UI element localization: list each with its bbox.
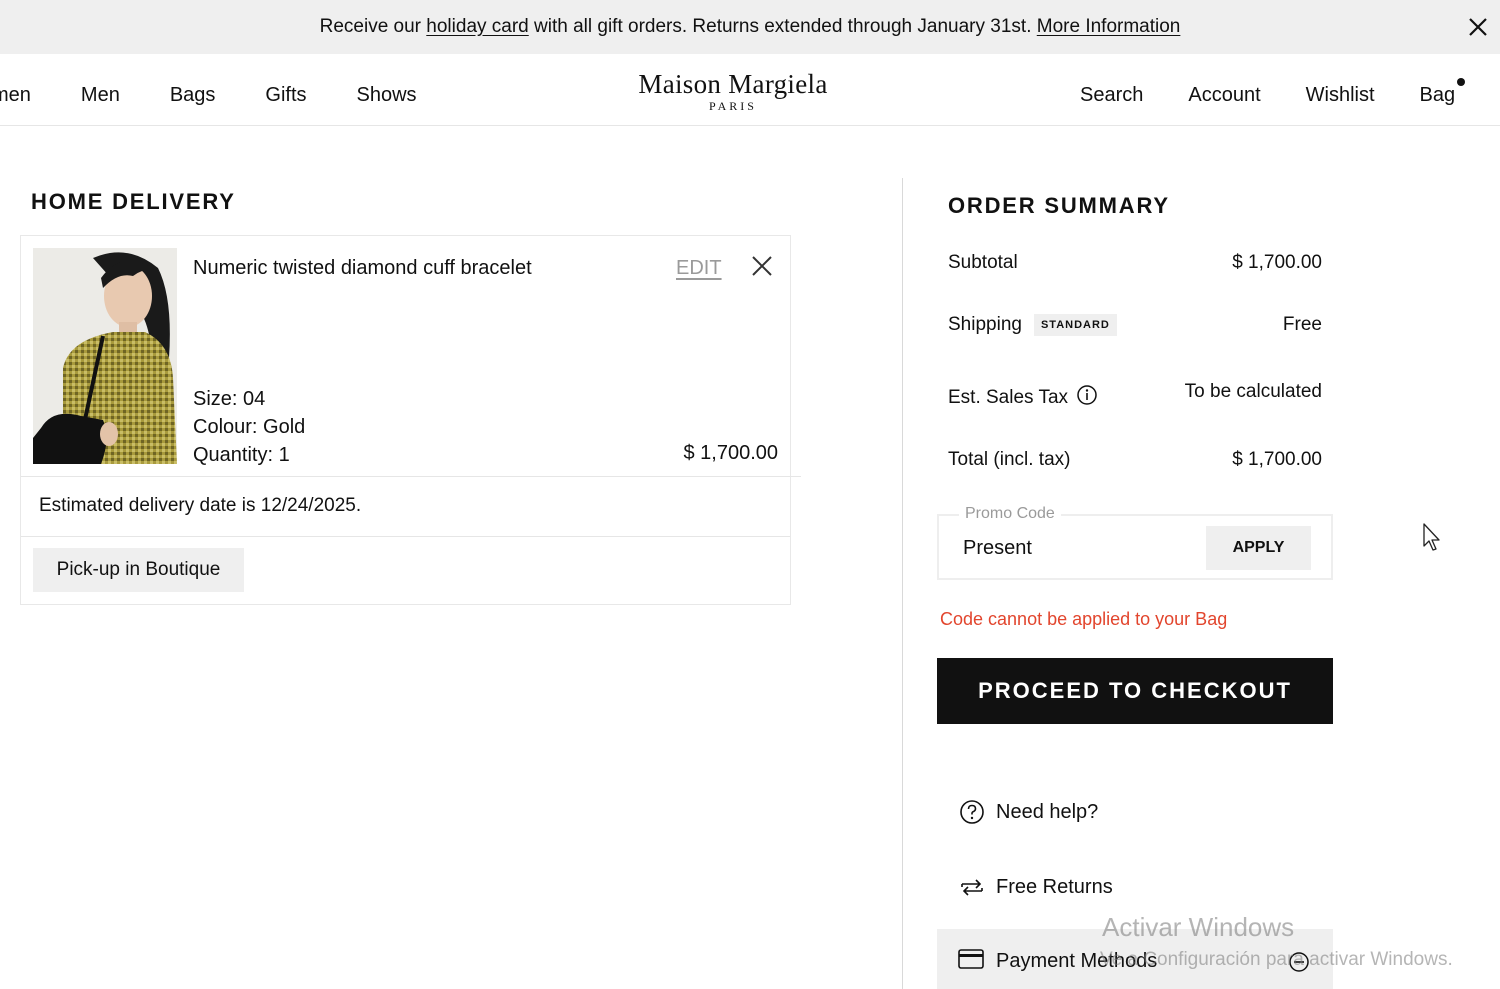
activation-watermark-subtitle: Ve a Configuración para activar Windows. xyxy=(1100,949,1453,970)
banner-close-button[interactable] xyxy=(1462,11,1494,43)
sales-tax-row: Est. Sales Tax To be calculated xyxy=(948,381,1322,412)
subtotal-value: $ 1,700.00 xyxy=(1232,252,1322,273)
nav-shows[interactable]: Shows xyxy=(357,84,417,107)
item-colour: Colour: Gold xyxy=(193,416,306,438)
site-header: men Men Bags Gifts Shows Maison Margiela… xyxy=(0,54,1500,126)
banner-text: Receive our holiday card with all gift o… xyxy=(319,16,1181,37)
need-help-link[interactable]: Need help? xyxy=(958,798,1098,826)
order-summary-title: ORDER SUMMARY xyxy=(948,193,1170,218)
nav-search[interactable]: Search xyxy=(1080,84,1143,107)
promo-banner: Receive our holiday card with all gift o… xyxy=(0,0,1500,54)
sales-tax-label: Est. Sales Tax xyxy=(948,387,1069,408)
divider xyxy=(21,476,801,477)
shipping-row: Shipping STANDARD Free xyxy=(948,314,1322,336)
total-label: Total (incl. tax) xyxy=(948,449,1071,470)
shipping-method-badge: STANDARD xyxy=(1033,314,1117,336)
subtotal-label: Subtotal xyxy=(948,252,1018,273)
holiday-card-link[interactable]: holiday card xyxy=(426,16,528,37)
promo-error-message: Code cannot be applied to your Bag xyxy=(940,609,1228,629)
column-divider xyxy=(902,178,903,989)
proceed-to-checkout-button[interactable]: PROCEED TO CHECKOUT xyxy=(937,658,1333,724)
nav-gifts[interactable]: Gifts xyxy=(265,84,306,107)
product-image[interactable] xyxy=(33,248,177,464)
divider xyxy=(21,536,790,537)
item-attributes: Size: 04 Colour: Gold Quantity: 1 xyxy=(193,385,305,469)
home-delivery-title: HOME DELIVERY xyxy=(31,189,236,214)
bag-item-card: Numeric twisted diamond cuff bracelet ED… xyxy=(20,235,801,605)
activation-watermark-title: Activar Windows xyxy=(1102,912,1295,942)
item-price: $ 1,700.00 xyxy=(683,442,778,464)
nav-wishlist[interactable]: Wishlist xyxy=(1306,84,1375,107)
main-nav: men Men Bags Gifts Shows xyxy=(0,84,467,107)
free-returns-link[interactable]: Free Returns xyxy=(958,873,1113,901)
question-circle-icon xyxy=(958,798,986,826)
free-returns-label: Free Returns xyxy=(996,875,1113,898)
brand-logo[interactable]: Maison Margiela PARIS xyxy=(628,69,838,113)
nav-men[interactable]: Men xyxy=(81,84,120,107)
logo-city: PARIS xyxy=(709,99,757,113)
item-size: Size: 04 xyxy=(193,388,266,410)
total-value: $ 1,700.00 xyxy=(1232,449,1322,470)
promo-code-field: Promo Code APPLY xyxy=(937,505,1333,580)
edit-item-link[interactable]: EDIT xyxy=(676,257,722,280)
total-row: Total (incl. tax) $ 1,700.00 xyxy=(948,449,1322,471)
credit-card-icon xyxy=(958,949,984,974)
close-icon xyxy=(1469,18,1487,36)
bag-indicator-dot xyxy=(1457,78,1466,86)
logo-brand: Maison Margiela xyxy=(638,69,828,99)
mouse-cursor-icon xyxy=(1422,522,1442,557)
shipping-value: Free xyxy=(1282,314,1322,335)
nav-women[interactable]: men xyxy=(0,84,31,107)
item-quantity: Quantity: 1 xyxy=(193,444,290,466)
pickup-in-boutique-button[interactable]: Pick-up in Boutique xyxy=(33,548,244,592)
nav-account[interactable]: Account xyxy=(1188,84,1260,107)
promo-code-label: Promo Code xyxy=(959,505,1061,523)
return-arrows-icon xyxy=(958,873,986,901)
remove-item-button[interactable] xyxy=(747,251,777,281)
promo-code-input[interactable] xyxy=(963,534,1203,562)
utility-nav: Search Account Wishlist Bag xyxy=(1080,78,1466,107)
close-icon xyxy=(752,256,772,276)
nav-bag[interactable]: Bag xyxy=(1420,78,1466,107)
apply-promo-button[interactable]: APPLY xyxy=(1206,526,1311,570)
shipping-label: Shipping xyxy=(948,314,1022,335)
product-name[interactable]: Numeric twisted diamond cuff bracelet xyxy=(193,257,532,280)
sales-tax-value: To be calculated xyxy=(1184,381,1322,402)
nav-bags[interactable]: Bags xyxy=(170,84,216,107)
product-photo xyxy=(33,248,177,464)
subtotal-row: Subtotal $ 1,700.00 xyxy=(948,252,1322,274)
estimated-delivery-date: Estimated delivery date is 12/24/2025. xyxy=(39,495,362,516)
need-help-label: Need help? xyxy=(996,800,1099,823)
info-icon[interactable] xyxy=(1076,384,1098,412)
more-information-link[interactable]: More Information xyxy=(1037,16,1181,37)
